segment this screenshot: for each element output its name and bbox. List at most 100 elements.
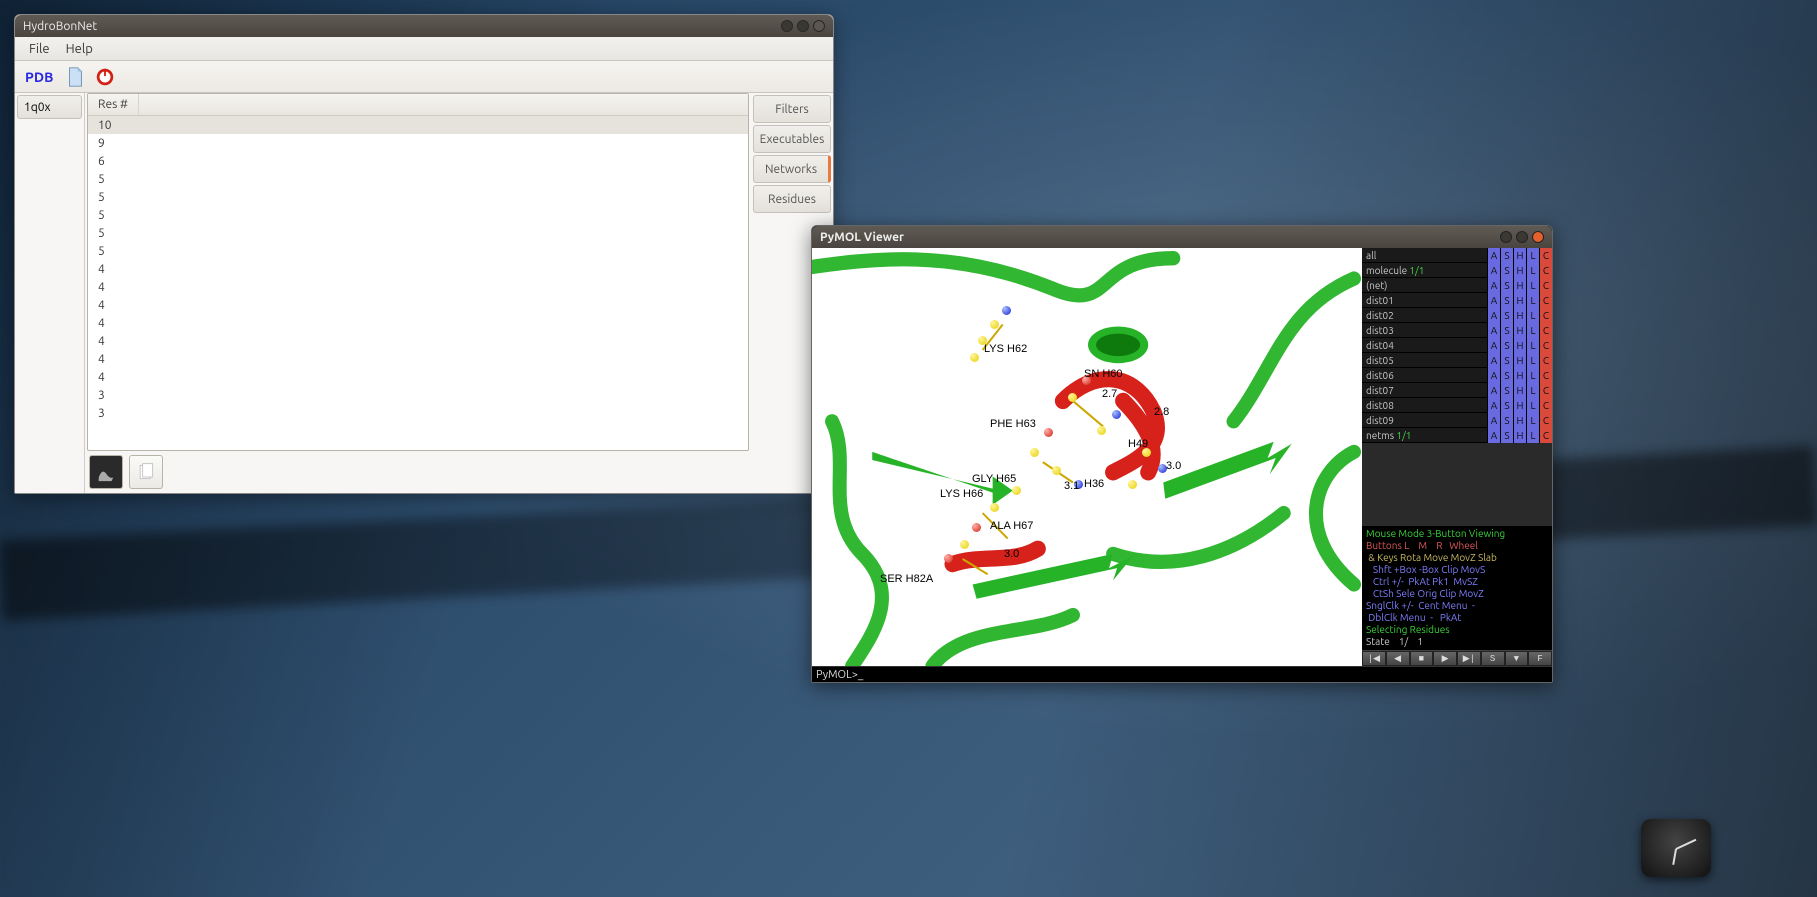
pymol-minimize-button[interactable] <box>1500 231 1512 243</box>
grid-row[interactable]: 4 <box>88 314 748 332</box>
object-name[interactable]: dist05 <box>1362 355 1487 366</box>
ashlc-s-button[interactable]: S <box>1500 278 1513 293</box>
ashlc-c-button[interactable]: C <box>1539 278 1552 293</box>
ashlc-a-button[interactable]: A <box>1487 398 1500 413</box>
ashlc-h-button[interactable]: H <box>1513 278 1526 293</box>
grid-row[interactable]: 3 <box>88 404 748 422</box>
right-tab-networks[interactable]: Networks <box>753 155 831 183</box>
ashlc-l-button[interactable]: L <box>1526 383 1539 398</box>
ashlc-h-button[interactable]: H <box>1513 383 1526 398</box>
maximize-button[interactable] <box>797 20 809 32</box>
document-stack-button[interactable] <box>129 455 163 489</box>
grid-row[interactable]: 5 <box>88 206 748 224</box>
vcr-stop-button[interactable]: ■ <box>1410 651 1434 666</box>
grid-row[interactable]: 4 <box>88 260 748 278</box>
object-name[interactable]: dist06 <box>1362 370 1487 381</box>
object-name[interactable]: dist09 <box>1362 415 1487 426</box>
ashlc-l-button[interactable]: L <box>1526 308 1539 323</box>
object-name[interactable]: dist01 <box>1362 295 1487 306</box>
ashlc-l-button[interactable]: L <box>1526 398 1539 413</box>
pymol-command-line[interactable]: PyMOL>_ <box>812 666 1552 682</box>
ashlc-h-button[interactable]: H <box>1513 413 1526 428</box>
menu-file[interactable]: File <box>21 40 58 58</box>
object-row[interactable]: dist09ASHLC <box>1362 413 1552 428</box>
grid-row[interactable]: 5 <box>88 242 748 260</box>
grid-row[interactable]: 6 <box>88 152 748 170</box>
ashlc-l-button[interactable]: L <box>1526 323 1539 338</box>
ashlc-l-button[interactable]: L <box>1526 293 1539 308</box>
ashlc-s-button[interactable]: S <box>1500 308 1513 323</box>
ashlc-a-button[interactable]: A <box>1487 353 1500 368</box>
vcr-play-button[interactable]: ▶ <box>1433 651 1457 666</box>
ashlc-l-button[interactable]: L <box>1526 248 1539 263</box>
hbn-titlebar[interactable]: HydroBonNet <box>15 15 833 37</box>
ashlc-a-button[interactable]: A <box>1487 383 1500 398</box>
pymol-close-button[interactable] <box>1532 231 1544 243</box>
object-row[interactable]: dist07ASHLC <box>1362 383 1552 398</box>
right-tab-executables[interactable]: Executables <box>753 125 831 153</box>
ashlc-c-button[interactable]: C <box>1539 338 1552 353</box>
ashlc-l-button[interactable]: L <box>1526 338 1539 353</box>
vcr-f-button[interactable]: F <box>1528 651 1552 666</box>
ashlc-c-button[interactable]: C <box>1539 398 1552 413</box>
ashlc-a-button[interactable]: A <box>1487 263 1500 278</box>
object-name[interactable]: dist02 <box>1362 310 1487 321</box>
grid-row[interactable]: 4 <box>88 278 748 296</box>
ashlc-h-button[interactable]: H <box>1513 263 1526 278</box>
ashlc-l-button[interactable]: L <box>1526 263 1539 278</box>
grid-row[interactable]: 5 <box>88 170 748 188</box>
grid-row[interactable]: 4 <box>88 350 748 368</box>
ashlc-s-button[interactable]: S <box>1500 383 1513 398</box>
object-row[interactable]: dist08ASHLC <box>1362 398 1552 413</box>
ashlc-c-button[interactable]: C <box>1539 413 1552 428</box>
object-row[interactable]: (net)ASHLC <box>1362 278 1552 293</box>
object-row[interactable]: allASHLC <box>1362 248 1552 263</box>
object-row[interactable]: dist06ASHLC <box>1362 368 1552 383</box>
object-row[interactable]: dist05ASHLC <box>1362 353 1552 368</box>
ashlc-s-button[interactable]: S <box>1500 248 1513 263</box>
ashlc-s-button[interactable]: S <box>1500 428 1513 443</box>
ashlc-h-button[interactable]: H <box>1513 428 1526 443</box>
ashlc-l-button[interactable]: L <box>1526 368 1539 383</box>
pymol-maximize-button[interactable] <box>1516 231 1528 243</box>
vcr-step-fwd-button[interactable]: ▶| <box>1457 651 1481 666</box>
residue-grid[interactable]: Res # 109655555444444433 <box>87 93 749 451</box>
ashlc-a-button[interactable]: A <box>1487 338 1500 353</box>
pdb-tab[interactable]: 1q0x <box>17 95 82 119</box>
object-row[interactable]: netms 1/1ASHLC <box>1362 428 1552 443</box>
menu-help[interactable]: Help <box>58 40 101 58</box>
grid-row[interactable]: 10 <box>88 116 748 134</box>
grid-header[interactable]: Res # <box>88 94 748 116</box>
ashlc-c-button[interactable]: C <box>1539 293 1552 308</box>
object-row[interactable]: dist02ASHLC <box>1362 308 1552 323</box>
ashlc-l-button[interactable]: L <box>1526 413 1539 428</box>
object-row[interactable]: dist03ASHLC <box>1362 323 1552 338</box>
object-name[interactable]: (net) <box>1362 280 1487 291</box>
ashlc-c-button[interactable]: C <box>1539 353 1552 368</box>
ashlc-c-button[interactable]: C <box>1539 368 1552 383</box>
minimize-button[interactable] <box>781 20 793 32</box>
ashlc-c-button[interactable]: C <box>1539 383 1552 398</box>
ashlc-l-button[interactable]: L <box>1526 278 1539 293</box>
grid-row[interactable]: 5 <box>88 188 748 206</box>
ashlc-a-button[interactable]: A <box>1487 308 1500 323</box>
grid-row[interactable]: 4 <box>88 368 748 386</box>
pdb-label[interactable]: PDB <box>21 69 57 85</box>
right-tab-filters[interactable]: Filters <box>753 95 831 123</box>
ashlc-h-button[interactable]: H <box>1513 308 1526 323</box>
ashlc-c-button[interactable]: C <box>1539 263 1552 278</box>
ashlc-a-button[interactable]: A <box>1487 413 1500 428</box>
ashlc-a-button[interactable]: A <box>1487 368 1500 383</box>
ashlc-a-button[interactable]: A <box>1487 293 1500 308</box>
pymol-titlebar[interactable]: PyMOL Viewer <box>812 226 1552 248</box>
ashlc-s-button[interactable]: S <box>1500 353 1513 368</box>
right-tab-residues[interactable]: Residues <box>753 185 831 213</box>
ashlc-a-button[interactable]: A <box>1487 278 1500 293</box>
ashlc-h-button[interactable]: H <box>1513 248 1526 263</box>
vcr-rewind-button[interactable]: |◀ <box>1362 651 1386 666</box>
ashlc-h-button[interactable]: H <box>1513 368 1526 383</box>
ashlc-l-button[interactable]: L <box>1526 353 1539 368</box>
object-row[interactable]: molecule 1/1ASHLC <box>1362 263 1552 278</box>
grid-row[interactable]: 4 <box>88 296 748 314</box>
ashlc-s-button[interactable]: S <box>1500 398 1513 413</box>
